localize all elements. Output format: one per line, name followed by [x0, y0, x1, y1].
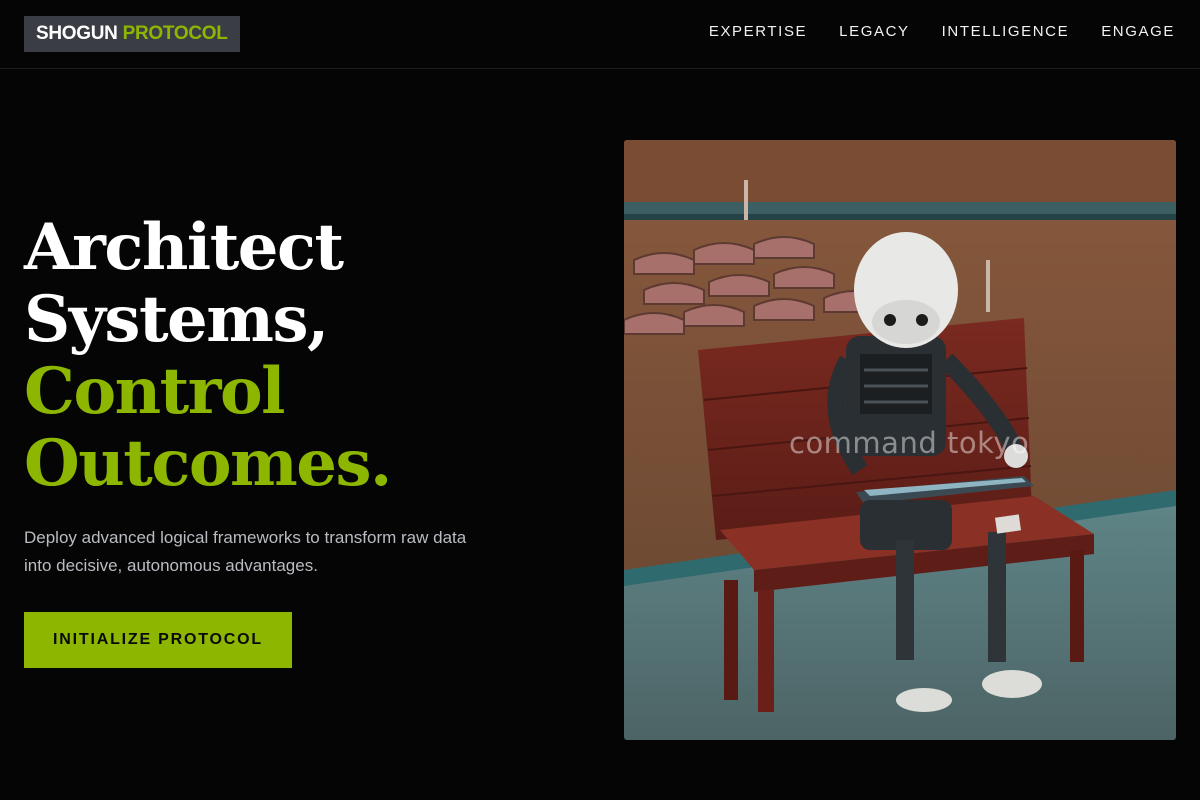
headline-line-4: Outcomes.: [24, 426, 392, 501]
initialize-protocol-button[interactable]: INITIALIZE PROTOCOL: [24, 612, 292, 668]
brand-word-2: PROTOCOL: [122, 23, 228, 44]
nav-link-legacy[interactable]: LEGACY: [839, 23, 909, 40]
headline-line-1: Architect: [24, 210, 344, 285]
hero-subtitle: Deploy advanced logical frameworks to tr…: [24, 528, 467, 575]
hero-headline: Architect Systems, Control Outcomes.: [24, 210, 392, 501]
brand-logo[interactable]: SHOGUN PROTOCOL: [24, 16, 240, 52]
nav-link-intelligence[interactable]: INTELLIGENCE: [942, 23, 1070, 40]
brand-word-1: SHOGUN: [36, 23, 118, 44]
headline-line-3: Control: [24, 354, 285, 429]
nav-link-engage[interactable]: ENGAGE: [1101, 23, 1175, 40]
hero-robot-image: command tokyo: [624, 140, 1176, 740]
image-watermark: command tokyo: [789, 426, 1030, 460]
top-navigation-bar: SHOGUN PROTOCOL EXPERTISE LEGACY INTELLI…: [0, 0, 1200, 69]
nav-link-expertise[interactable]: EXPERTISE: [709, 23, 807, 40]
headline-line-2: Systems,: [24, 282, 329, 357]
main-nav: EXPERTISE LEGACY INTELLIGENCE ENGAGE: [709, 23, 1175, 40]
